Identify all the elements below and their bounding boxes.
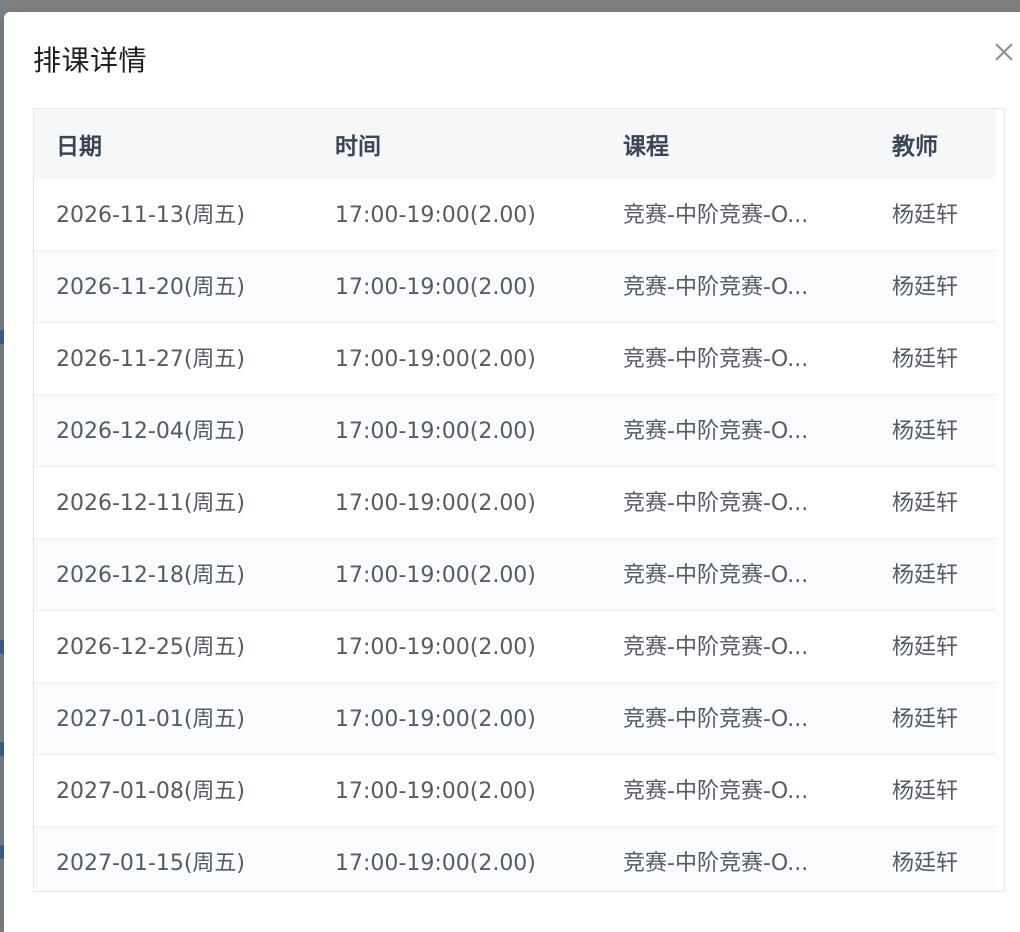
schedule-table: 日期 时间 课程 教师 2026-11-13(周五) 17:00-19:00(2… bbox=[33, 108, 1005, 892]
table-row: 2026-11-13(周五) 17:00-19:00(2.00) 竞赛-中阶竞赛… bbox=[34, 179, 996, 251]
cell-teacher: 杨廷轩 bbox=[892, 563, 959, 588]
cell-teacher: 杨廷轩 bbox=[892, 851, 959, 876]
cell-date: 2027-01-08(周五) bbox=[56, 779, 246, 804]
cell-course: 竞赛-中阶竞赛-O... bbox=[623, 563, 809, 588]
cell-course: 竞赛-中阶竞赛-O... bbox=[623, 851, 809, 876]
table-row: 2026-12-04(周五) 17:00-19:00(2.00) 竞赛-中阶竞赛… bbox=[34, 395, 996, 467]
table-row: 2026-12-18(周五) 17:00-19:00(2.00) 竞赛-中阶竞赛… bbox=[34, 539, 996, 611]
close-icon bbox=[995, 43, 1013, 61]
cell-time: 17:00-19:00(2.00) bbox=[335, 203, 536, 228]
table-row: 2026-11-27(周五) 17:00-19:00(2.00) 竞赛-中阶竞赛… bbox=[34, 323, 996, 395]
table-row: 2026-12-11(周五) 17:00-19:00(2.00) 竞赛-中阶竞赛… bbox=[34, 467, 996, 539]
cell-date: 2026-11-27(周五) bbox=[56, 347, 246, 372]
table-row: 2027-01-08(周五) 17:00-19:00(2.00) 竞赛-中阶竞赛… bbox=[34, 755, 996, 827]
column-header-date: 日期 bbox=[56, 134, 102, 160]
schedule-detail-dialog: 排课详情 日期 时间 课程 教师 2026-11-13(周五) 17:00-19… bbox=[4, 12, 1020, 932]
cell-time: 17:00-19:00(2.00) bbox=[335, 851, 536, 876]
cell-time: 17:00-19:00(2.00) bbox=[335, 779, 536, 804]
cell-date: 2026-11-13(周五) bbox=[56, 203, 246, 228]
cell-date: 2026-12-11(周五) bbox=[56, 491, 246, 516]
table-row: 2027-01-01(周五) 17:00-19:00(2.00) 竞赛-中阶竞赛… bbox=[34, 683, 996, 755]
column-header-teacher: 教师 bbox=[892, 134, 938, 160]
cell-teacher: 杨廷轩 bbox=[892, 203, 959, 228]
table-header: 日期 时间 课程 教师 bbox=[34, 109, 996, 179]
table-row: 2026-11-20(周五) 17:00-19:00(2.00) 竞赛-中阶竞赛… bbox=[34, 251, 996, 323]
cell-date: 2027-01-01(周五) bbox=[56, 707, 246, 732]
cell-date: 2026-12-18(周五) bbox=[56, 563, 246, 588]
cell-course: 竞赛-中阶竞赛-O... bbox=[623, 275, 809, 300]
cell-teacher: 杨廷轩 bbox=[892, 275, 959, 300]
cell-teacher: 杨廷轩 bbox=[892, 491, 959, 516]
close-button[interactable] bbox=[990, 38, 1018, 66]
column-header-course: 课程 bbox=[623, 134, 669, 160]
cell-teacher: 杨廷轩 bbox=[892, 347, 959, 372]
cell-time: 17:00-19:00(2.00) bbox=[335, 419, 536, 444]
cell-teacher: 杨廷轩 bbox=[892, 707, 959, 732]
table-row: 2026-12-25(周五) 17:00-19:00(2.00) 竞赛-中阶竞赛… bbox=[34, 611, 996, 683]
cell-date: 2026-12-25(周五) bbox=[56, 635, 246, 660]
cell-course: 竞赛-中阶竞赛-O... bbox=[623, 419, 809, 444]
table-row: 2027-01-15(周五) 17:00-19:00(2.00) 竞赛-中阶竞赛… bbox=[34, 827, 996, 891]
cell-time: 17:00-19:00(2.00) bbox=[335, 563, 536, 588]
cell-course: 竞赛-中阶竞赛-O... bbox=[623, 491, 809, 516]
dialog-title: 排课详情 bbox=[33, 44, 148, 77]
cell-course: 竞赛-中阶竞赛-O... bbox=[623, 203, 809, 228]
cell-teacher: 杨廷轩 bbox=[892, 635, 959, 660]
cell-course: 竞赛-中阶竞赛-O... bbox=[623, 635, 809, 660]
cell-date: 2027-01-15(周五) bbox=[56, 851, 246, 876]
cell-teacher: 杨廷轩 bbox=[892, 779, 959, 804]
cell-course: 竞赛-中阶竞赛-O... bbox=[623, 707, 809, 732]
cell-teacher: 杨廷轩 bbox=[892, 419, 959, 444]
cell-course: 竞赛-中阶竞赛-O... bbox=[623, 347, 809, 372]
cell-date: 2026-12-04(周五) bbox=[56, 419, 246, 444]
cell-time: 17:00-19:00(2.00) bbox=[335, 491, 536, 516]
cell-time: 17:00-19:00(2.00) bbox=[335, 347, 536, 372]
cell-time: 17:00-19:00(2.00) bbox=[335, 635, 536, 660]
table-body: 2026-11-13(周五) 17:00-19:00(2.00) 竞赛-中阶竞赛… bbox=[34, 179, 996, 891]
cell-time: 17:00-19:00(2.00) bbox=[335, 275, 536, 300]
cell-date: 2026-11-20(周五) bbox=[56, 275, 246, 300]
cell-course: 竞赛-中阶竞赛-O... bbox=[623, 779, 809, 804]
column-header-time: 时间 bbox=[335, 134, 381, 160]
cell-time: 17:00-19:00(2.00) bbox=[335, 707, 536, 732]
